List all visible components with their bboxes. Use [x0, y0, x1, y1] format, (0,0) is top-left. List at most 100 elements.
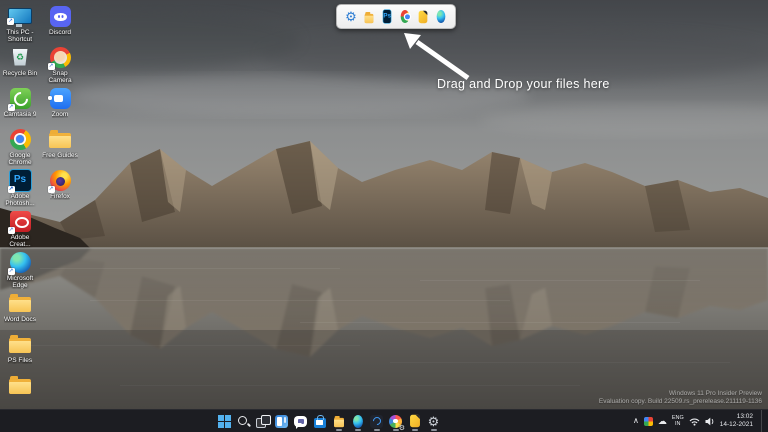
desktop-icon-label: Free Guides	[42, 152, 78, 159]
dock-chrome-button[interactable]	[398, 9, 412, 24]
desktop-icon-google-chrome[interactable]: Google Chrome	[0, 127, 40, 168]
file-explorer-button[interactable]	[331, 411, 347, 431]
tray-app-icon[interactable]	[643, 416, 653, 426]
desktop-icon-label: Adobe Photosh...	[5, 193, 35, 207]
this-pc-icon	[7, 8, 32, 27]
tray-date: 14-12-2021	[719, 421, 753, 428]
widgets-icon	[275, 414, 288, 428]
zoom-app-icon	[47, 87, 71, 109]
desktop-icon-label: Zoom	[51, 111, 69, 118]
edge-button[interactable]	[350, 411, 366, 431]
desktop-icon-label: Google Chrome	[8, 152, 32, 166]
desktop-icon-label: Recycle Bin	[2, 70, 38, 77]
language-indicator[interactable]: ENG IN	[672, 415, 684, 427]
edge-icon	[7, 251, 31, 275]
dock-settings-button[interactable]: ⚙	[344, 10, 358, 24]
system-tray: ∧ ☁ ENG IN 13:02 14-12-2021	[633, 410, 765, 432]
desktop-icon-folder[interactable]	[0, 373, 40, 414]
folder-icon	[9, 335, 31, 353]
desktop-icon-label: Firefox	[50, 193, 70, 200]
desktop-icon-camtasia[interactable]: Camtasia 9	[0, 86, 40, 127]
search-icon	[237, 415, 250, 428]
clock[interactable]: 13:02 14-12-2021	[720, 413, 753, 429]
drag-drop-app-button[interactable]	[407, 411, 423, 431]
desktop-icon-label: Microsoft Edge	[6, 275, 34, 289]
recycle-bin-icon: ♻	[12, 48, 28, 66]
wallpaper-image	[0, 0, 768, 410]
desktop-icon-this-pc[interactable]: This PC - Shortcut	[0, 4, 40, 45]
hint-caption: Drag and Drop your files here	[437, 77, 610, 91]
open-app-indicator	[392, 429, 399, 431]
folder-icon	[9, 376, 31, 394]
show-desktop-button[interactable]	[761, 410, 765, 432]
store-button[interactable]	[312, 411, 328, 431]
desktop-icon-label: Snap Camera	[48, 70, 72, 84]
snap-camera-icon	[47, 46, 71, 70]
dock-drag-drop-app-button[interactable]	[416, 10, 430, 24]
dock-edge-button[interactable]	[434, 9, 448, 24]
chat-button[interactable]	[293, 411, 309, 431]
dock-file-explorer-button[interactable]	[362, 10, 376, 24]
settings-button[interactable]: ⚙	[426, 411, 442, 431]
desktop-icon-discord[interactable]: Discord	[40, 4, 80, 45]
open-app-indicator	[373, 429, 380, 431]
edge-icon	[436, 9, 446, 24]
desktop-icon-zoom[interactable]: Zoom	[40, 86, 80, 127]
windows-desktop: This PC - Shortcut ♻ Recycle Bin Camtasi…	[0, 0, 768, 432]
desktop-icon-photoshop[interactable]: Ps Adobe Photosh...	[0, 168, 40, 209]
chrome-icon	[9, 128, 31, 150]
task-view-button[interactable]	[255, 411, 271, 431]
dock-photoshop-button[interactable]: Ps	[380, 9, 394, 24]
watermark-line1: Windows 11 Pro Insider Preview	[668, 390, 762, 397]
desktop-icon-label: Word Docs	[3, 316, 37, 323]
start-button[interactable]	[217, 411, 233, 431]
desktop-icon-label: Adobe Creat...	[9, 234, 31, 248]
desktop-icon-column-1: This PC - Shortcut ♻ Recycle Bin Camtasi…	[0, 4, 40, 414]
desktop-icon-label: Discord	[48, 29, 72, 36]
open-app-indicator	[335, 429, 342, 431]
widgets-button[interactable]	[274, 411, 290, 431]
insider-watermark: Windows 11 Pro Insider Preview Evaluatio…	[599, 390, 762, 406]
dark-app-button[interactable]	[369, 411, 385, 431]
windows-start-icon	[218, 414, 231, 428]
creative-cloud-icon	[7, 210, 31, 234]
speaker-icon[interactable]	[705, 417, 715, 426]
desktop-icon-folder-ps-files[interactable]: PS Files	[0, 332, 40, 373]
desktop-icon-firefox[interactable]: Firefox	[40, 168, 80, 209]
dark-blue-app-icon	[370, 414, 383, 428]
task-view-icon	[256, 414, 271, 428]
desktop-icon-creative-cloud[interactable]: Adobe Creat...	[0, 209, 40, 250]
edge-icon	[352, 414, 363, 428]
desktop-icon-column-2: Discord Snap Camera Zoom Free Guides Fir…	[40, 4, 80, 209]
watermark-line2: Evaluation copy. Build 22509.rs_prerelea…	[598, 398, 762, 405]
desktop-icon-microsoft-edge[interactable]: Microsoft Edge	[0, 250, 40, 291]
drag-drop-app-icon	[418, 10, 428, 23]
chat-bubble-icon	[294, 416, 307, 429]
drag-drop-app-icon	[409, 414, 420, 428]
drag-drop-dock[interactable]: ⚙ Ps	[336, 4, 456, 29]
gear-icon: ⚙	[345, 9, 357, 24]
photoshop-icon: Ps	[382, 9, 392, 24]
desktop-icon-folder-word-docs[interactable]: Word Docs	[0, 291, 40, 332]
open-app-indicator	[354, 429, 361, 431]
folder-icon	[333, 415, 344, 428]
desktop-icon-snap-camera[interactable]: Snap Camera	[40, 45, 80, 86]
taskbar-center-buttons: ⚙	[0, 410, 658, 432]
gear-icon: ⚙	[427, 413, 440, 429]
desktop-icon-folder-free-guides[interactable]: Free Guides	[40, 127, 80, 168]
search-button[interactable]	[236, 411, 252, 431]
discord-icon	[49, 5, 71, 27]
chrome-icon	[400, 9, 411, 24]
microsoft-store-icon	[313, 414, 326, 428]
tray-time: 13:02	[736, 413, 753, 420]
desktop-icon-label: This PC - Shortcut	[6, 29, 34, 43]
onedrive-cloud-icon[interactable]: ☁	[658, 416, 667, 426]
open-app-indicator	[430, 429, 437, 431]
desktop-icon-recycle-bin[interactable]: ♻ Recycle Bin	[0, 45, 40, 86]
wifi-icon[interactable]	[689, 417, 700, 426]
desktop-icon-label: PS Files	[7, 357, 33, 364]
photos-pinwheel-icon	[389, 414, 405, 432]
firefox-icon	[47, 169, 71, 193]
photos-button[interactable]	[388, 411, 405, 432]
tray-chevron-up-icon[interactable]: ∧	[633, 416, 639, 426]
